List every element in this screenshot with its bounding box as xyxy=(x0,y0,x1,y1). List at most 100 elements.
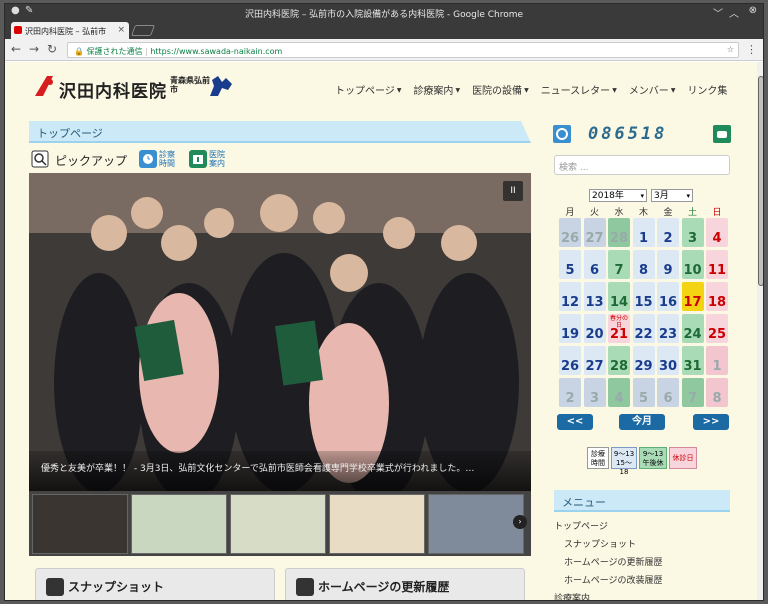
pickup-label: ピックアップ xyxy=(55,154,128,168)
browser-toolbar: ← → ↻ 🔒 保護された通信 | https://www.sawada-nai… xyxy=(5,39,763,61)
calendar-day[interactable]: 5 xyxy=(559,250,581,279)
calendar-day[interactable]: 1 xyxy=(632,218,655,247)
calendar-day[interactable]: 12 xyxy=(559,282,581,311)
chevron-down-icon: ▾ xyxy=(686,192,690,200)
maximize-icon[interactable]: ︿ xyxy=(729,5,739,20)
year-select[interactable]: 2018年 ▾ xyxy=(589,189,647,202)
nav-item-0[interactable]: トップページ ▼ xyxy=(335,86,401,97)
calendar-day[interactable]: 25 xyxy=(706,314,728,343)
next-month-button[interactable]: >> xyxy=(693,414,729,430)
calendar-day[interactable]: 1 xyxy=(706,346,728,375)
calendar-day[interactable]: 3 xyxy=(583,378,606,407)
calendar-day[interactable]: 26 xyxy=(559,346,581,375)
calendar-day[interactable]: 29 xyxy=(632,346,655,375)
calendar-day[interactable]: 23 xyxy=(657,314,679,343)
calendar-day[interactable]: 19 xyxy=(559,314,581,343)
tab-close-icon[interactable]: × xyxy=(117,25,125,35)
calendar-day-number: 15 xyxy=(634,295,653,310)
pickup-link-clinic[interactable]: 医院案内 xyxy=(209,150,229,168)
close-icon[interactable]: ⊗ xyxy=(749,5,757,16)
calendar-day[interactable]: 31 xyxy=(681,346,704,375)
calendar-day[interactable]: 28 xyxy=(608,346,630,375)
calendar-day[interactable]: 22 xyxy=(632,314,655,343)
photo-slider[interactable]: II 優秀と友美が卒業！！ - 3月3日、弘前文化センターで弘前市医師会看護専門… xyxy=(29,173,531,491)
calendar-day[interactable]: 6 xyxy=(657,378,679,407)
section-title: トップページ xyxy=(37,127,103,140)
menu-item-3[interactable]: ホームページの改装履歴 xyxy=(564,573,663,586)
thumbnail-3[interactable] xyxy=(230,494,326,554)
back-icon[interactable]: ← xyxy=(11,42,21,56)
browser-window: ● ✎ 沢田内科医院 – 弘前市の入院設備がある内科医院 - Google Ch… xyxy=(4,3,764,601)
search-input[interactable]: 検索 ... xyxy=(554,155,730,175)
calendar-day[interactable]: 16 xyxy=(657,282,679,311)
reload-icon[interactable]: ↻ xyxy=(47,42,57,56)
graduation-photo xyxy=(29,173,531,491)
calendar-day[interactable]: 13 xyxy=(583,282,606,311)
thumbnail-next-icon[interactable]: › xyxy=(513,515,527,529)
menu-item-0[interactable]: トップページ xyxy=(554,519,608,532)
calendar-day[interactable]: 3 xyxy=(681,218,704,247)
lock-icon: 🔒 xyxy=(74,47,84,56)
calendar-day[interactable]: 11 xyxy=(706,250,728,279)
calendar-day[interactable]: 2 xyxy=(559,378,581,407)
address-bar[interactable]: 🔒 保護された通信 | https://www.sawada-naikain.c… xyxy=(67,42,739,58)
calendar-day-number: 26 xyxy=(560,231,580,246)
calendar-day[interactable]: 21 春分の日 xyxy=(608,314,630,343)
calendar-day[interactable]: 8 xyxy=(706,378,728,407)
calendar-day[interactable]: 18 xyxy=(706,282,728,311)
calendar-day[interactable]: 4 xyxy=(706,218,728,247)
thumbnail-5[interactable] xyxy=(428,494,524,554)
nav-item-4[interactable]: メンバー ▼ xyxy=(629,86,676,97)
calendar-day[interactable]: 10 xyxy=(681,250,704,279)
page-scrollbar[interactable] xyxy=(757,62,763,600)
calendar-day[interactable]: 8 xyxy=(632,250,655,279)
nav-item-3[interactable]: ニュースレター ▼ xyxy=(541,86,617,97)
calendar-day[interactable]: 2 xyxy=(657,218,679,247)
calendar-day[interactable]: 7 xyxy=(608,250,630,279)
calendar-day[interactable]: 5 xyxy=(632,378,655,407)
nav-item-5[interactable]: リンク集 xyxy=(687,86,727,97)
update-history-card[interactable]: ホームページの更新履歴 xyxy=(285,568,525,600)
slide-caption[interactable]: 優秀と友美が卒業！！ - 3月3日、弘前文化センターで弘前市医師会看護専門学校卒… xyxy=(29,451,531,491)
calendar-day[interactable]: 26 xyxy=(559,218,581,247)
minimize-icon[interactable]: ﹀ xyxy=(713,5,723,20)
menu-dots-icon[interactable]: ⋮ xyxy=(746,43,757,56)
bookmark-star-icon[interactable]: ☆ xyxy=(727,45,734,54)
this-month-button[interactable]: 今月 xyxy=(619,414,665,430)
calendar-day[interactable]: 14 xyxy=(608,282,630,311)
calendar-day[interactable]: 28 xyxy=(608,218,630,247)
nav-item-1[interactable]: 診療案内 ▼ xyxy=(413,86,460,97)
counter-gear-icon xyxy=(553,125,571,143)
calendar-day[interactable]: 27 xyxy=(583,218,606,247)
prev-month-button[interactable]: << xyxy=(557,414,593,430)
month-select[interactable]: 3月 ▾ xyxy=(651,189,693,202)
nav-item-2[interactable]: 医院の設備 ▼ xyxy=(472,86,529,97)
snapshot-card[interactable]: スナップショット xyxy=(35,568,275,600)
thumbnail-4[interactable] xyxy=(329,494,425,554)
calendar-day[interactable]: 24 xyxy=(681,314,704,343)
calendar-day[interactable]: 15 xyxy=(632,282,655,311)
thumbnail-2[interactable] xyxy=(131,494,227,554)
calendar-day[interactable]: 17 xyxy=(681,282,704,311)
calendar-day[interactable]: 6 xyxy=(583,250,606,279)
menu-item-1[interactable]: スナップショット xyxy=(564,537,636,550)
menu-item-2[interactable]: ホームページの更新履歴 xyxy=(564,555,663,568)
calendar-day[interactable]: 9 xyxy=(657,250,679,279)
calendar-day[interactable]: 27 xyxy=(583,346,606,375)
calendar-weekday: 月 xyxy=(565,208,575,218)
calendar-day-number: 16 xyxy=(658,295,678,310)
legend-weekday: 9〜13 15〜18 xyxy=(611,447,637,476)
pickup-link-hours[interactable]: 診察時間 xyxy=(159,150,179,168)
tab-title: 沢田内科医院 – 弘前市 xyxy=(25,27,107,36)
calendar-day-number: 28 xyxy=(609,359,629,374)
calendar-day[interactable]: 4 xyxy=(608,378,630,407)
menu-item-4[interactable]: 診療案内 xyxy=(554,591,590,600)
thumbnail-1[interactable] xyxy=(32,494,128,554)
forward-icon[interactable]: → xyxy=(29,42,39,56)
pause-button[interactable]: II xyxy=(503,181,523,201)
calendar-day[interactable]: 7 xyxy=(681,378,704,407)
browser-tab[interactable]: 沢田内科医院 – 弘前市 × xyxy=(11,22,129,39)
calendar-day[interactable]: 20 xyxy=(583,314,606,343)
calendar-day[interactable]: 30 xyxy=(657,346,679,375)
new-tab-button[interactable] xyxy=(130,25,156,36)
